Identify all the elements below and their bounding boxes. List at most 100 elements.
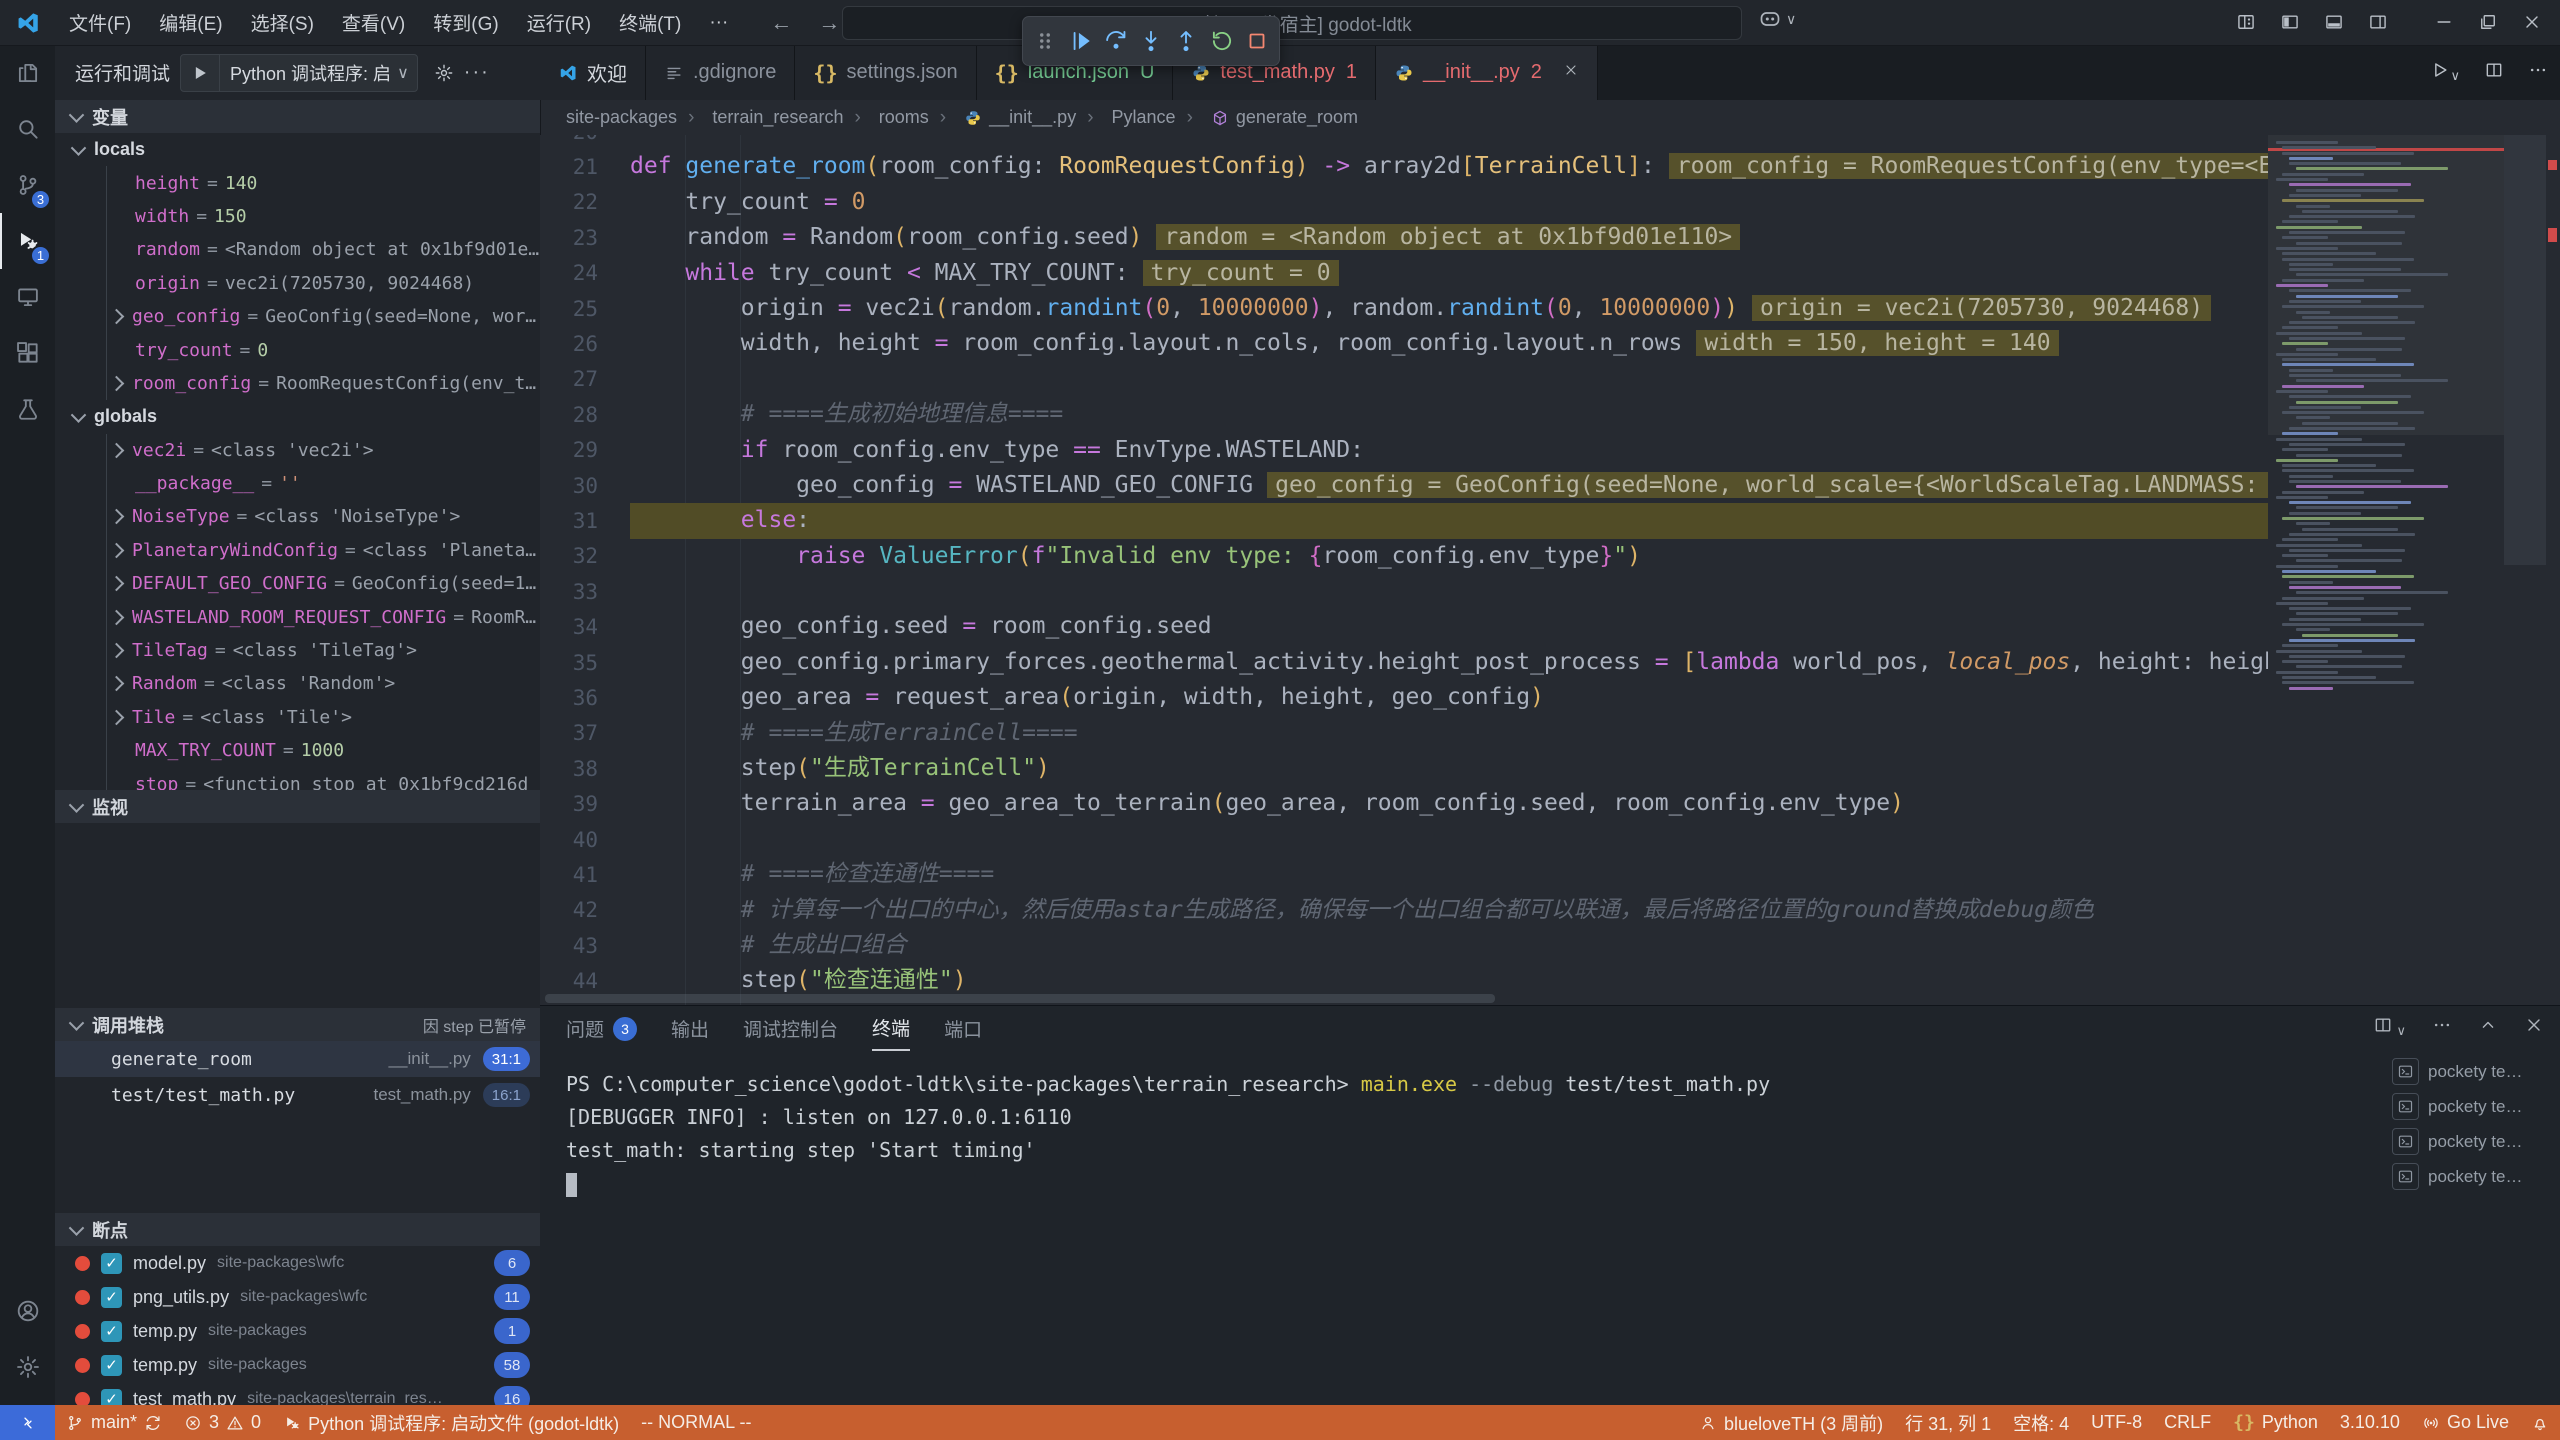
window-close-button[interactable] [2510,0,2554,44]
variable-row-geo_config[interactable]: geo_config=GeoConfig(seed=None, wor… [55,300,540,333]
tab-__init__.py[interactable]: __init__.py2 [1376,45,1598,100]
panel-maximize-button[interactable] [2478,1015,2498,1040]
command-center-search[interactable]: [扩展开发宿主] godot-ldtk [842,6,1742,40]
debug-step-over-button[interactable] [1103,28,1129,54]
variables-group-globals[interactable]: globals [55,400,540,433]
panel-split-button[interactable]: ∨ [2373,1015,2406,1040]
variable-row-Random[interactable]: Random=<class 'Random'> [55,667,540,700]
activitybar-account[interactable] [0,1283,55,1339]
tab-.gdignore[interactable]: .gdignore [646,45,795,100]
statusbar-git-blame[interactable]: blueloveTH (3 周前) [1688,1405,1894,1440]
variable-row-PlanetaryWindConfig[interactable]: PlanetaryWindConfig=<class 'Planeta… [55,534,540,567]
code-line-32[interactable]: 32 raise ValueError(f"Invalid env type: … [540,539,2268,574]
editor-action-split-editor[interactable] [2484,60,2504,85]
code-line-37[interactable]: 37 # ====生成TerrainCell==== [540,716,2268,751]
callstack-section-header[interactable]: 调用堆栈 因 step 已暂停 [55,1008,540,1041]
code-line-21[interactable]: 21def generate_room(room_config: RoomReq… [540,149,2268,184]
code-line-43[interactable]: 43 # 生成出口组合 [540,928,2268,963]
variable-row-__package__[interactable]: __package__='' [55,467,540,500]
editor-action-run-file[interactable]: ∨ [2430,60,2460,85]
activitybar-remote-explorer[interactable] [0,269,55,325]
toggle-sidebar-left-button[interactable] [2268,0,2312,44]
code-line-38[interactable]: 38 step("生成TerrainCell") [540,751,2268,786]
variable-row-NoiseType[interactable]: NoiseType=<class 'NoiseType'> [55,500,540,533]
code-line-34[interactable]: 34 geo_config.seed = room_config.seed [540,609,2268,644]
breadcrumb-item-1[interactable]: terrain_research [677,107,843,129]
nav-back-icon[interactable]: ← [770,10,792,36]
statusbar-python-version[interactable]: 3.10.10 [2329,1405,2411,1440]
more-actions-icon[interactable]: ··· [464,61,490,84]
code-line-35[interactable]: 35 geo_config.primary_forces.geothermal_… [540,645,2268,680]
variable-row-TileTag[interactable]: TileTag=<class 'TileTag'> [55,634,540,667]
variable-row-width[interactable]: width=150 [55,200,540,233]
panel-tab-4[interactable]: 端口 [944,1006,982,1051]
panel-tab-0[interactable]: 问题3 [566,1006,637,1051]
code-line-39[interactable]: 39 terrain_area = geo_area_to_terrain(ge… [540,786,2268,821]
breadcrumb-item-2[interactable]: rooms [843,107,928,129]
debug-step-into-button[interactable] [1138,28,1164,54]
code-line-42[interactable]: 42 # 计算每一个出口的中心，然后使用astar生成路径，确保每一个出口组合都… [540,893,2268,928]
breakpoint-checkbox[interactable]: ✓ [101,1321,122,1342]
minimize-button[interactable] [2422,0,2466,44]
editor-action-more-actions[interactable] [2528,60,2548,85]
panel-close-button[interactable] [2524,1015,2544,1040]
breakpoint-row-3[interactable]: ✓temp.pysite-packages58 [55,1348,540,1382]
toggle-layout-button[interactable] [2224,0,2268,44]
code-line-24[interactable]: 24 while try_count < MAX_TRY_COUNT:try_c… [540,256,2268,291]
variable-row-room_config[interactable]: room_config=RoomRequestConfig(env_t… [55,367,540,400]
breakpoint-checkbox[interactable]: ✓ [101,1253,122,1274]
stack-frame-1[interactable]: test/test_math.pytest_math.py16:1 [55,1077,540,1113]
code-line-23[interactable]: 23 random = Random(room_config.seed)rand… [540,220,2268,255]
menu-item-2[interactable]: 选择(S) [237,0,328,45]
panel-tab-1[interactable]: 输出 [671,1006,709,1051]
panel-more-actions[interactable] [2432,1015,2452,1040]
debug-step-out-button[interactable] [1173,28,1199,54]
variable-row-MAX_TRY_COUNT[interactable]: MAX_TRY_COUNT=1000 [55,734,540,767]
code-line-26[interactable]: 26 width, height = room_config.layout.n_… [540,326,2268,361]
code-line-41[interactable]: 41 # ====检查连通性==== [540,857,2268,892]
tab-settings.json[interactable]: {}settings.json [795,45,976,100]
panel-tab-2[interactable]: 调试控制台 [743,1006,838,1051]
menu-item-6[interactable]: 终端(T) [605,0,695,45]
toggle-panel-bottom-button[interactable] [2312,0,2356,44]
variable-row-origin[interactable]: origin=vec2i(7205730, 9024468) [55,267,540,300]
menu-item-4[interactable]: 转到(G) [419,0,512,45]
editor-horizontal-scrollbar[interactable] [545,994,1495,1003]
breakpoint-row-1[interactable]: ✓png_utils.pysite-packages\wfc11 [55,1280,540,1314]
code-line-20[interactable]: 20 [540,135,2268,149]
statusbar-git-branch[interactable]: main* [55,1405,173,1440]
breadcrumb-item-0[interactable]: site-packages [566,107,677,128]
variable-row-Tile[interactable]: Tile=<class 'Tile'> [55,701,540,734]
debug-config-select[interactable]: Python 调试程序: 启 ∨ [180,54,418,92]
activitybar-settings[interactable] [0,1339,55,1395]
statusbar-debug-config[interactable]: Python 调试程序: 启动文件 (godot-ldtk) [272,1405,630,1440]
breakpoints-section-header[interactable]: 断点 [55,1213,540,1246]
activitybar-run-debug[interactable]: 1 [0,213,55,269]
editor-scrollbar[interactable] [2504,135,2546,565]
breakpoint-row-0[interactable]: ✓model.pysite-packages\wfc6 [55,1246,540,1280]
variable-row-WASTELAND_ROOM_REQUEST_CONFIG[interactable]: WASTELAND_ROOM_REQUEST_CONFIG=RoomR… [55,600,540,633]
watch-section-header[interactable]: 监视 [55,790,540,823]
variables-section-header[interactable]: 变量 [55,100,540,133]
debug-debug-continue-button[interactable] [1067,28,1093,54]
breakpoint-checkbox[interactable]: ✓ [101,1389,122,1406]
terminal-list-item-0[interactable]: pockety te… [2392,1054,2550,1089]
minimap[interactable] [2268,135,2504,1005]
breakpoint-row-2[interactable]: ✓temp.pysite-packages1 [55,1314,540,1348]
activitybar-testing[interactable] [0,381,55,437]
menu-item-7[interactable]: ··· [695,0,742,45]
activitybar-source-control[interactable]: 3 [0,157,55,213]
code-line-36[interactable]: 36 geo_area = request_area(origin, width… [540,680,2268,715]
variable-row-height[interactable]: height=140 [55,166,540,199]
copilot-menu[interactable]: ∨ [1758,7,1796,31]
variable-row-try_count[interactable]: try_count=0 [55,333,540,366]
toggle-sidebar-right-button[interactable] [2356,0,2400,44]
code-editor[interactable]: 2021def generate_room(room_config: RoomR… [540,135,2268,1005]
variables-group-locals[interactable]: locals [55,133,540,166]
code-line-40[interactable]: 40 [540,822,2268,857]
statusbar-go-live[interactable]: Go Live [2411,1405,2520,1440]
statusbar-remote-indicator[interactable] [0,1405,55,1440]
code-line-27[interactable]: 27 [540,362,2268,397]
stack-frame-0[interactable]: generate_room__init__.py31:1 [55,1041,540,1077]
statusbar-notifications-bell[interactable] [2520,1405,2560,1440]
